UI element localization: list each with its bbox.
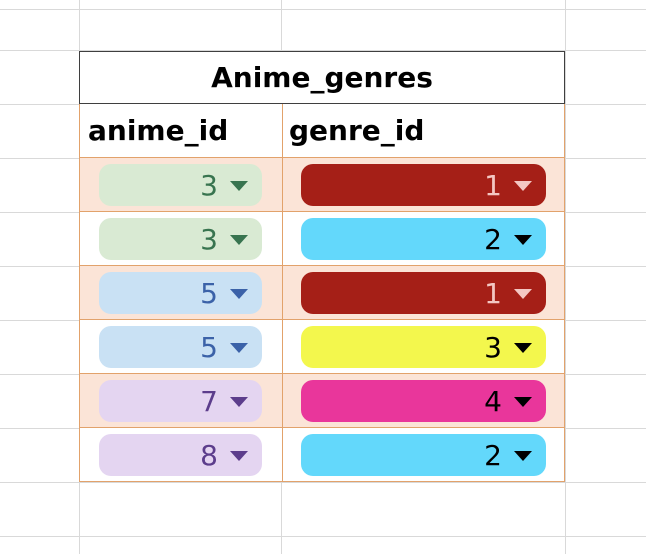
row-divider (282, 212, 283, 265)
row-divider (282, 266, 283, 319)
genre-id-value: 4 (484, 384, 502, 418)
genre-id-value: 2 (484, 222, 502, 256)
anime-id-value: 5 (200, 276, 218, 310)
chevron-down-icon (230, 180, 248, 191)
anime-id-value: 5 (200, 330, 218, 364)
table-row: 32 (79, 212, 565, 266)
genre-id-value: 2 (484, 438, 502, 472)
chevron-down-icon (230, 342, 248, 353)
anime-id-dropdown[interactable]: 3 (99, 218, 262, 260)
genre-id-dropdown[interactable]: 2 (301, 434, 546, 476)
anime-genres-table: Anime_genres anime_id genre_id 313251537… (79, 51, 565, 482)
anime-id-value: 3 (200, 168, 218, 202)
header-divider (282, 104, 283, 157)
table-title[interactable]: Anime_genres (79, 51, 565, 104)
chevron-down-icon (230, 288, 248, 299)
genre-id-value: 1 (484, 168, 502, 202)
genre-id-value: 1 (484, 276, 502, 310)
anime-id-dropdown[interactable]: 5 (99, 326, 262, 368)
row-divider (282, 374, 283, 427)
anime-id-value: 7 (200, 384, 218, 418)
row-divider (282, 320, 283, 373)
genre-id-dropdown[interactable]: 1 (301, 272, 546, 314)
chevron-down-icon (230, 396, 248, 407)
anime-id-value: 3 (200, 222, 218, 256)
header-genre-id[interactable]: genre_id (289, 104, 559, 157)
anime-id-dropdown[interactable]: 3 (99, 164, 262, 206)
header-anime-id[interactable]: anime_id (88, 104, 278, 157)
genre-id-dropdown[interactable]: 2 (301, 218, 546, 260)
genre-id-value: 3 (484, 330, 502, 364)
table-row: 53 (79, 320, 565, 374)
table-row: 51 (79, 266, 565, 320)
table-header-row: anime_id genre_id (79, 104, 565, 158)
chevron-down-icon (514, 450, 532, 461)
chevron-down-icon (514, 180, 532, 191)
chevron-down-icon (514, 396, 532, 407)
table-title-text: Anime_genres (211, 61, 433, 94)
chevron-down-icon (230, 234, 248, 245)
anime-id-dropdown[interactable]: 8 (99, 434, 262, 476)
chevron-down-icon (514, 288, 532, 299)
chevron-down-icon (514, 234, 532, 245)
anime-id-value: 8 (200, 438, 218, 472)
row-divider (282, 428, 283, 481)
row-divider (282, 158, 283, 211)
genre-id-dropdown[interactable]: 1 (301, 164, 546, 206)
table-row: 74 (79, 374, 565, 428)
chevron-down-icon (230, 450, 248, 461)
anime-id-dropdown[interactable]: 5 (99, 272, 262, 314)
table-row: 82 (79, 428, 565, 482)
chevron-down-icon (514, 342, 532, 353)
table-row: 31 (79, 158, 565, 212)
genre-id-dropdown[interactable]: 3 (301, 326, 546, 368)
genre-id-dropdown[interactable]: 4 (301, 380, 546, 422)
anime-id-dropdown[interactable]: 7 (99, 380, 262, 422)
